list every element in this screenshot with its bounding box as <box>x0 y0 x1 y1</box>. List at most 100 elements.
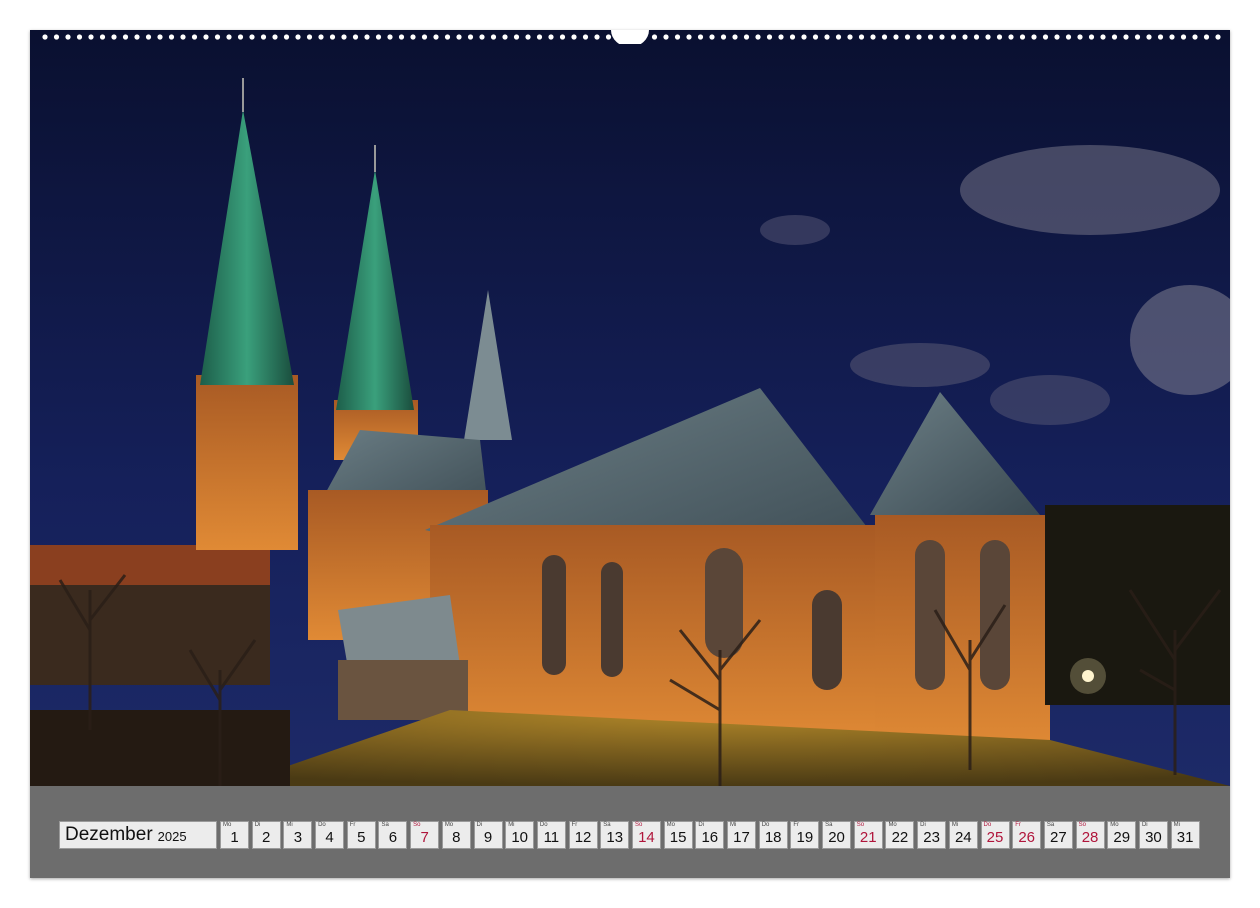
binding-hole <box>1031 34 1037 40</box>
day-number: 16 <box>701 829 719 846</box>
day-number: 22 <box>891 829 909 846</box>
weekday-abbr: Mi <box>286 822 293 828</box>
binding-hole <box>893 34 899 40</box>
binding-hole <box>939 34 945 40</box>
weekday-abbr: Di <box>254 822 261 828</box>
weekday-abbr: Do <box>761 822 770 828</box>
binding-hole <box>1203 34 1210 40</box>
day-number: 17 <box>733 829 750 846</box>
binding-hole <box>226 34 232 40</box>
weekday-abbr: Mi <box>1173 822 1180 828</box>
binding-hole <box>513 34 520 40</box>
binding-hole <box>881 34 888 40</box>
weekday-abbr: Fr <box>1015 822 1021 828</box>
weekday-abbr: Do <box>539 822 548 828</box>
day-cell: Di 30 <box>1138 821 1168 849</box>
month-name: Dezember <box>65 824 153 845</box>
day-cell: Fr 12 <box>568 821 598 849</box>
binding-hole <box>88 34 94 40</box>
day-cell: Do 18 <box>758 821 788 849</box>
day-cell: Di 23 <box>917 821 947 849</box>
binding-hole <box>214 34 221 40</box>
binding-hole <box>42 34 48 40</box>
binding-hole <box>134 34 140 40</box>
binding-hole <box>1111 34 1118 40</box>
binding-hole <box>778 34 784 40</box>
day-number: 20 <box>828 829 845 846</box>
day-cell: Do 11 <box>536 821 566 849</box>
binding-hole <box>1134 34 1141 40</box>
binding-hole <box>1215 34 1221 40</box>
day-cell: So 7 <box>410 821 440 849</box>
binding-hole <box>467 34 474 40</box>
day-number: 26 <box>1018 829 1036 846</box>
binding-hole <box>720 34 727 40</box>
binding-hole <box>1180 34 1187 40</box>
binding-hole <box>962 34 968 40</box>
binding-hole <box>950 34 957 40</box>
binding-hole <box>145 34 152 40</box>
cathedral-night-photo <box>30 30 1230 786</box>
day-cell: Mo 1 <box>220 821 249 849</box>
binding-hole <box>651 34 658 40</box>
binding-hole <box>433 34 439 40</box>
binding-hole <box>847 34 853 40</box>
day-number: 11 <box>543 829 560 846</box>
weekday-abbr: Sa <box>603 822 611 828</box>
binding-hole <box>824 34 830 40</box>
binding-hole <box>904 34 911 40</box>
day-cell: Sa 13 <box>600 821 630 849</box>
day-cell: Fr 5 <box>346 821 376 849</box>
binding-hole <box>157 34 163 40</box>
day-cell: So 21 <box>853 821 883 849</box>
weekday-abbr: Mi <box>508 822 515 828</box>
day-number: 7 <box>420 829 429 846</box>
binding-hole <box>295 34 301 40</box>
day-cell: Mo 8 <box>441 821 471 849</box>
day-cell: Fr 26 <box>1012 821 1042 849</box>
day-cell: Di 9 <box>473 821 503 849</box>
day-cell: Di 2 <box>251 821 281 849</box>
binding-hole <box>306 34 313 40</box>
weekday-abbr: So <box>1078 822 1086 828</box>
day-cell: Mi 10 <box>505 821 535 849</box>
binding-hole <box>237 34 244 40</box>
weekday-abbr: Mi <box>951 822 959 828</box>
binding-hole <box>456 34 462 40</box>
day-cell: Mi 17 <box>727 821 756 849</box>
day-number: 4 <box>325 829 334 846</box>
binding-hole <box>571 34 577 40</box>
binding-hole <box>1054 34 1060 40</box>
binding-hole <box>1008 34 1014 40</box>
weekday-abbr: Mo <box>666 822 675 828</box>
binding-hole <box>249 34 255 40</box>
binding-hole <box>927 34 934 40</box>
weekday-abbr: Fr <box>793 822 800 828</box>
binding-hole <box>168 34 175 40</box>
binding-hole <box>697 34 704 40</box>
binding-hole <box>835 34 842 40</box>
binding-hole <box>1157 34 1164 40</box>
binding-hole <box>1077 34 1083 40</box>
weekday-abbr: Fr <box>349 822 356 828</box>
binding-hole <box>1146 34 1152 40</box>
binding-hole <box>686 34 692 40</box>
binding-hole <box>812 34 819 40</box>
day-cell: Mo 29 <box>1107 821 1137 849</box>
weekday-abbr: Mo <box>223 822 232 828</box>
binding-hole <box>1065 34 1072 40</box>
binding-hole <box>801 34 807 40</box>
day-cell: Do 4 <box>315 821 345 849</box>
day-cell: Mo 15 <box>663 821 693 849</box>
weekday-abbr: Sa <box>381 822 389 828</box>
binding-hole <box>916 34 922 40</box>
day-cells: Mo 1 Di 2 Mi 3 Do 4 Fr 5 Sa 6 So 7 Mo 8 Di 9 Mi 10 Do 11 Fr 12 S… <box>220 821 1202 849</box>
binding-hole <box>732 34 738 40</box>
day-number: 8 <box>452 829 461 846</box>
binding-hole <box>789 34 796 40</box>
day-number: 31 <box>1176 829 1194 846</box>
binding-hole <box>1169 34 1175 40</box>
binding-hole <box>111 34 117 40</box>
day-number: 13 <box>606 829 624 846</box>
calendar-page: Dezember 2025 Mo 1 Di 2 Mi 3 Do 4 Fr 5 Sa 6 So 7 Mo 8 Di… <box>30 30 1230 878</box>
